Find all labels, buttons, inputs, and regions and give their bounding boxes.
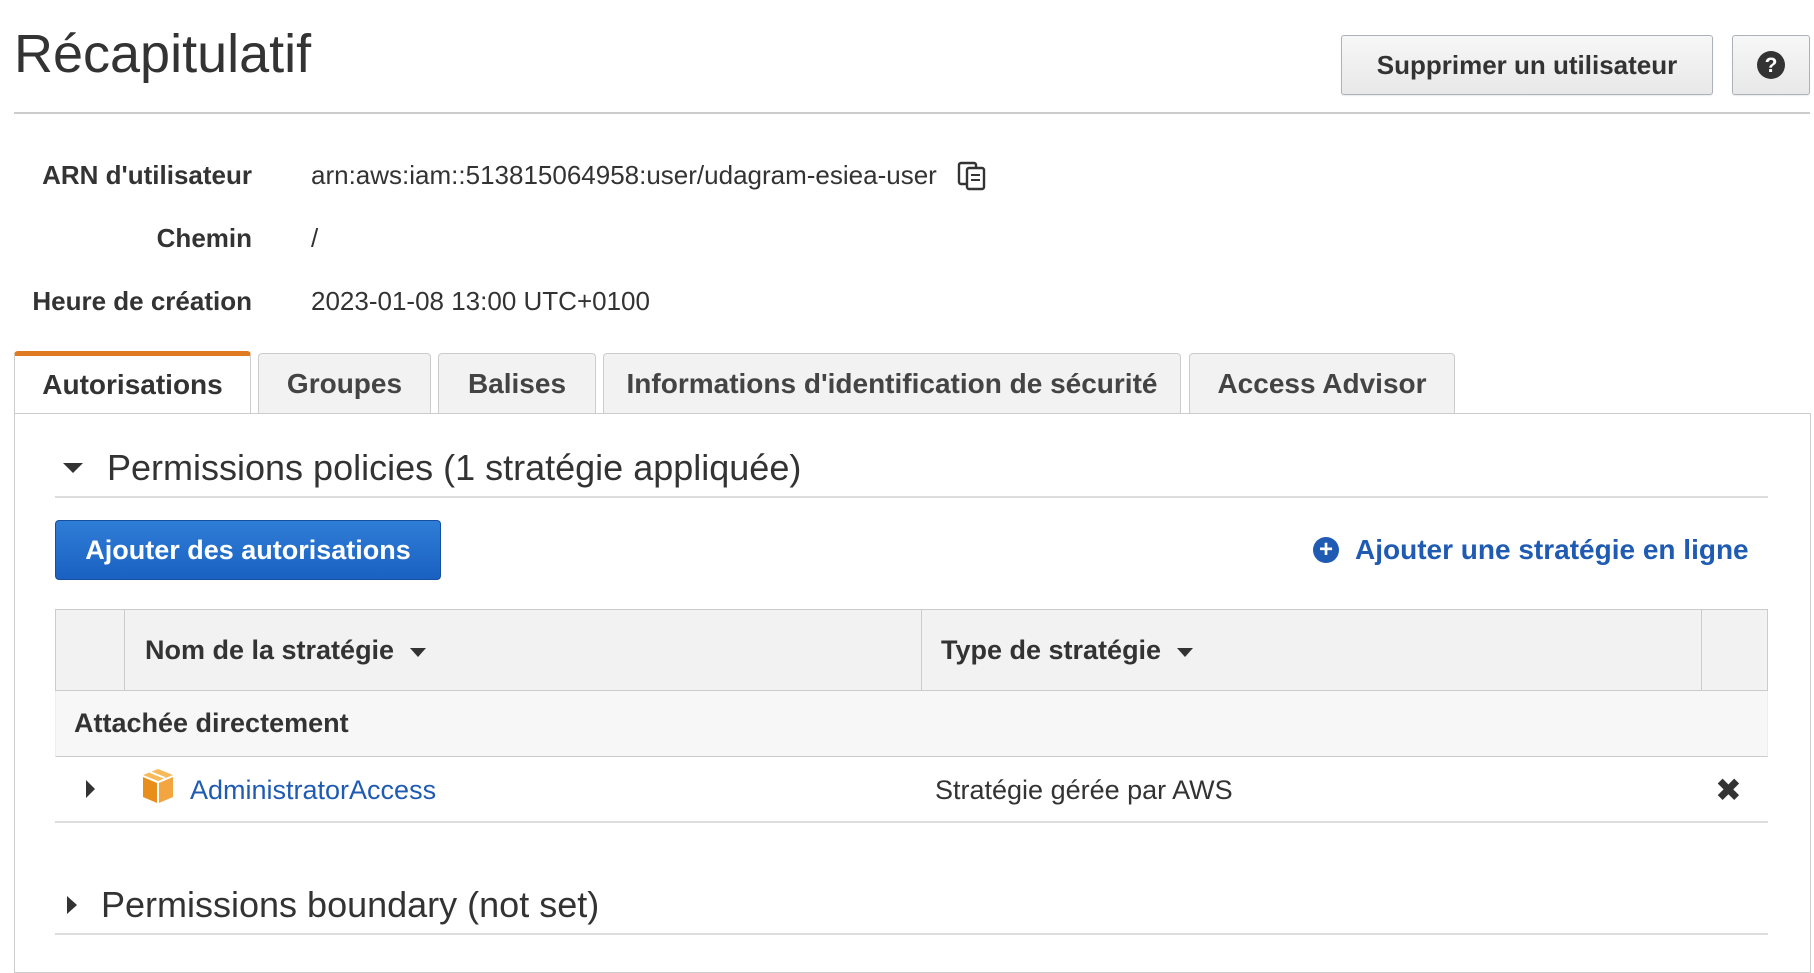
column-divider bbox=[1701, 610, 1702, 690]
delete-user-button[interactable]: Supprimer un utilisateur bbox=[1341, 35, 1713, 95]
permissions-policies-title: Permissions policies (1 stratégie appliq… bbox=[107, 447, 802, 488]
column-header-policy-type-label: Type de stratégie bbox=[941, 634, 1162, 665]
column-divider bbox=[921, 610, 922, 690]
add-inline-policy-link[interactable]: + Ajouter une stratégie en ligne bbox=[1313, 530, 1749, 570]
created-label: Heure de création bbox=[32, 285, 252, 316]
policies-table: Nom de la stratégie Type de stratégie At… bbox=[55, 609, 1768, 823]
policy-type: Stratégie gérée par AWS bbox=[935, 774, 1233, 805]
summary-path-row: Chemin / bbox=[0, 218, 319, 258]
page-title: Récapitulatif bbox=[14, 24, 312, 84]
aws-managed-policy-cube-icon bbox=[143, 769, 173, 803]
table-header: Nom de la stratégie Type de stratégie bbox=[55, 609, 1768, 691]
sort-caret-icon bbox=[410, 647, 427, 657]
tab-balises[interactable]: Balises bbox=[438, 353, 596, 413]
expand-row-caret-icon[interactable] bbox=[86, 780, 95, 798]
plus-circle-icon: + bbox=[1313, 537, 1339, 563]
path-value: / bbox=[311, 222, 319, 253]
permissions-policies-header[interactable]: Permissions policies (1 stratégie appliq… bbox=[55, 440, 1768, 498]
add-permissions-button[interactable]: Ajouter des autorisations bbox=[55, 520, 441, 580]
column-header-policy-type[interactable]: Type de stratégie bbox=[941, 610, 1194, 690]
group-row-attached-directly: Attachée directement bbox=[55, 691, 1768, 757]
copy-icon[interactable] bbox=[955, 158, 989, 192]
path-label: Chemin bbox=[156, 222, 252, 253]
column-header-policy-name-label: Nom de la stratégie bbox=[145, 634, 395, 665]
tab-autorisations[interactable]: Autorisations bbox=[14, 351, 251, 413]
permissions-boundary-title: Permissions boundary (not set) bbox=[101, 884, 600, 925]
tab-groupes[interactable]: Groupes bbox=[258, 353, 431, 413]
summary-arn-row: ARN d'utilisateur arn:aws:iam::513815064… bbox=[0, 155, 986, 195]
add-inline-policy-label: Ajouter une stratégie en ligne bbox=[1355, 534, 1749, 565]
policy-name-link[interactable]: AdministratorAccess bbox=[190, 757, 436, 823]
caret-right-icon bbox=[67, 896, 77, 914]
column-header-policy-name[interactable]: Nom de la stratégie bbox=[145, 610, 427, 690]
tab-access-advisor[interactable]: Access Advisor bbox=[1189, 353, 1455, 413]
arn-value: arn:aws:iam::513815064958:user/udagram-e… bbox=[311, 159, 937, 190]
column-divider bbox=[124, 610, 125, 690]
arn-label: ARN d'utilisateur bbox=[42, 159, 252, 190]
title-divider bbox=[14, 112, 1810, 114]
caret-down-icon bbox=[63, 463, 83, 473]
remove-policy-close-icon[interactable]: ✖ bbox=[1715, 757, 1742, 823]
question-circle-icon: ? bbox=[1757, 51, 1785, 79]
help-button[interactable]: ? bbox=[1732, 35, 1810, 95]
created-value: 2023-01-08 13:00 UTC+0100 bbox=[311, 285, 650, 316]
sort-caret-icon bbox=[1177, 647, 1194, 657]
table-row: AdministratorAccess Stratégie gérée par … bbox=[55, 757, 1768, 823]
tab-security-credentials[interactable]: Informations d'identification de sécurit… bbox=[603, 353, 1181, 413]
summary-created-row: Heure de création 2023-01-08 13:00 UTC+0… bbox=[0, 281, 650, 321]
permissions-boundary-header[interactable]: Permissions boundary (not set) bbox=[55, 877, 1768, 935]
arn-value-group: arn:aws:iam::513815064958:user/udagram-e… bbox=[311, 158, 989, 192]
